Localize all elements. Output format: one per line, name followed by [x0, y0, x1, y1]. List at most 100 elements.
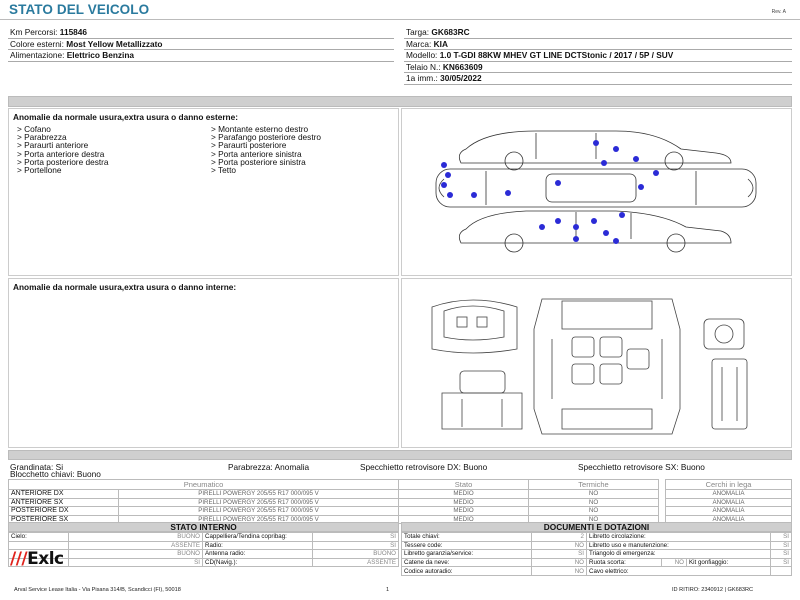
- grid-label: Radio:: [202, 540, 313, 551]
- page-title: STATO DEL VEICOLO: [9, 2, 150, 17]
- grid-value: BUONO: [312, 549, 399, 559]
- table-row: ANTERIORE DX PIRELLI POWERGY 205/55 R17 …: [8, 489, 792, 499]
- modello-label: Modello:: [406, 50, 438, 61]
- tyre-position: ANTERIORE DX: [8, 489, 119, 499]
- telaio-value: KN663609: [442, 61, 483, 72]
- table-row: Libretto garanzia/service: SI Triangolo …: [401, 549, 792, 559]
- tyre-model: PIRELLI POWERGY 205/55 R17 000/095 V: [118, 506, 399, 516]
- grid-label: Kit gonfiaggio:: [685, 557, 772, 568]
- km-label: Km Percorsi:: [10, 27, 58, 37]
- footer-address: Arval Service Lease Italia - Via Pisana …: [14, 587, 181, 593]
- telaio-label: Telaio N.:: [406, 61, 441, 72]
- grid-value: BUONO: [68, 549, 203, 559]
- grid-value: 2: [531, 532, 587, 542]
- grid-value: NO: [531, 557, 587, 568]
- blocchetto-status: Blocchetto chiavi: Buono: [10, 469, 101, 479]
- external-damage-panel: Anomalie da normale usura,extra usura o …: [8, 108, 399, 276]
- grid-label: Antenna radio:: [202, 549, 313, 559]
- tyre-state: MEDIO: [398, 489, 529, 499]
- grid-label: Codice autoradio:: [401, 566, 532, 576]
- tyre-position: ANTERIORE SX: [8, 497, 119, 508]
- spacer: [659, 498, 666, 507]
- color-value: Most Yellow Metallizzato: [66, 38, 163, 49]
- tyre-rims: ANOMALIA: [665, 506, 792, 516]
- immatricolazione-row: 1a imm.: 30/05/2022: [404, 73, 792, 85]
- tyre-winter: NO: [528, 489, 659, 499]
- grid-label: Cavo elettrico:: [585, 566, 772, 576]
- spacer: [659, 507, 666, 516]
- external-diagram-panel: [401, 108, 792, 276]
- grid-label: CD(Navig.):: [202, 557, 313, 568]
- tyre-state: MEDIO: [398, 506, 529, 516]
- grid-value: SI: [770, 549, 792, 559]
- car-exterior-diagram: [435, 130, 757, 253]
- list-item: > Tetto: [211, 165, 236, 176]
- grid-label: Libretto uso e manutenzione:: [585, 540, 772, 551]
- table-row: ANTERIORE SX PIRELLI POWERGY 205/55 R17 …: [8, 497, 792, 508]
- grid-label: Libretto garanzia/service:: [401, 549, 532, 559]
- grid-value: NO: [531, 566, 587, 576]
- color-label: Colore esterni:: [10, 38, 64, 49]
- targa-row: Targa: GK683RC: [404, 27, 792, 39]
- revision-label: Rev. A: [771, 9, 786, 15]
- header-pneumatico: Pneumatico: [8, 479, 399, 490]
- grid-value: NO: [661, 557, 687, 568]
- targa-label: Targa:: [406, 27, 430, 37]
- grid-value: SI: [312, 540, 399, 551]
- header-termiche: Termiche: [528, 479, 659, 490]
- table-row: ASSENTE Radio: SI: [8, 540, 399, 551]
- grid-value: ASSENTE: [312, 557, 399, 568]
- grid-value: BUONO: [68, 532, 203, 542]
- table-row: BUONO Antenna radio: BUONO: [8, 549, 399, 559]
- grid-label: Cappelliera/Tendina copribag:: [202, 532, 313, 542]
- specchietto-sx-status: Specchietto retrovisore SX: Buono: [578, 462, 705, 472]
- fuel-value: Elettrico Benzina: [66, 50, 135, 61]
- marca-value: KIA: [433, 38, 448, 49]
- table-row: Cielo: BUONO Cappelliera/Tendina copriba…: [8, 532, 399, 542]
- internal-damage-panel: Anomalie da normale usura,extra usura o …: [8, 278, 399, 448]
- telaio-row: Telaio N.: KN663609: [404, 62, 792, 74]
- grid-value: SI: [770, 532, 792, 542]
- internal-damage-title: Anomalie da normale usura,extra usura o …: [13, 282, 237, 292]
- km-value: 115846: [59, 27, 88, 37]
- grid-value: SI: [68, 557, 203, 568]
- grid-label: Tessere code:: [401, 540, 532, 551]
- km-row: Km Percorsi: 115846: [8, 27, 394, 39]
- grid-label: Libretto circolazione:: [585, 532, 772, 542]
- tyres-header-row: Pneumatico Stato Termiche Cerchi in lega: [8, 479, 792, 490]
- imm-value: 30/05/2022: [440, 73, 482, 84]
- modello-row: Modello: 1.0 T-GDI 88KW MHEV GT LINE DCT…: [404, 50, 792, 62]
- vehicle-info-right: Targa: GK683RC Marca: KIA Modello: 1.0 T…: [404, 27, 792, 85]
- footer-reference: ID RITIRO: 2340912 | GK683RC: [672, 587, 754, 593]
- external-damage-title: Anomalie da normale usura,extra usura o …: [13, 112, 239, 122]
- logo-bars: ///: [10, 549, 28, 569]
- tyre-rims: ANOMALIA: [665, 497, 792, 508]
- tyre-model: PIRELLI POWERGY 205/55 R17 000/095 V: [118, 497, 399, 508]
- header-stato: Stato: [398, 479, 529, 490]
- fuel-row: Alimentazione: Elettrico Benzina: [8, 50, 394, 62]
- list-item: > Portellone: [17, 165, 62, 176]
- parabrezza-status: Parabrezza: Anomalia: [228, 462, 310, 472]
- grid-value: [770, 566, 792, 576]
- external-damage-list-col2: > Montante esterno destro > Parafango po…: [211, 125, 321, 176]
- table-row: SI CD(Navig.): ASSENTE: [8, 557, 399, 568]
- external-damage-list-col1: > Cofano > Parabrezza > Paraurti anterio…: [17, 125, 109, 176]
- tyre-state: MEDIO: [398, 497, 529, 508]
- grid-value: NO: [531, 540, 587, 551]
- modello-value: 1.0 T-GDI 88KW MHEV GT LINE DCTStonic / …: [439, 50, 674, 61]
- table-row: Codice autoradio: NO Cavo elettrico:: [401, 566, 792, 576]
- tyre-winter: NO: [528, 506, 659, 516]
- grid-label: Triangolo di emergenza:: [585, 549, 772, 559]
- company-logo: ///Exlc: [10, 549, 64, 569]
- grid-label: Totale chiavi:: [401, 532, 532, 542]
- color-row: Colore esterni: Most Yellow Metallizzato: [8, 39, 394, 51]
- footer-page-number: 1: [386, 587, 390, 593]
- tyres-table: Pneumatico Stato Termiche Cerchi in lega…: [8, 479, 792, 525]
- spacer: [659, 490, 666, 499]
- documenti-table: Totale chiavi: 2 Libretto circolazione: …: [401, 532, 792, 576]
- title-divider: [0, 19, 800, 20]
- logo-text: Exlc: [27, 549, 64, 569]
- table-row: Catene da neve: NO Ruota scorta: NO Kit …: [401, 557, 792, 568]
- fuel-label: Alimentazione:: [10, 50, 65, 61]
- tyre-winter: NO: [528, 497, 659, 508]
